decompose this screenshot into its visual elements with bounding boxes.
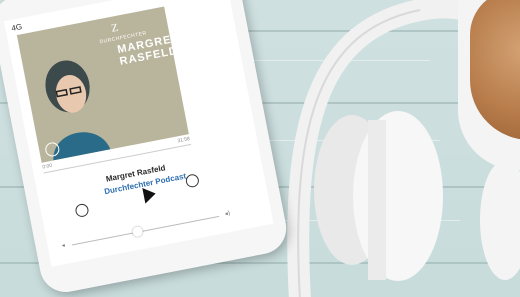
elapsed-time: 0:00: [42, 162, 53, 171]
podcast-cover: Z DURCHFECHTER MARGRET RASFELD: [16, 6, 189, 163]
volume-low-icon: ◂: [61, 241, 66, 250]
status-bar-signal: 4G: [10, 22, 23, 33]
phone: 4G Z DURCHFECHTER MARGRET RASFELD 0:00 3…: [0, 0, 291, 297]
volume-slider-handle[interactable]: [131, 225, 144, 238]
logo-mark: Z: [110, 21, 120, 35]
volume-high-icon: ◂): [224, 209, 231, 218]
total-time: 31:58: [176, 136, 191, 145]
volume-slider[interactable]: [71, 215, 220, 246]
play-icon[interactable]: [142, 185, 158, 204]
skip-forward-icon[interactable]: [184, 173, 200, 189]
phone-screen: 4G Z DURCHFECHTER MARGRET RASFELD 0:00 3…: [3, 0, 274, 267]
photo-scene: 4G Z DURCHFECHTER MARGRET RASFELD 0:00 3…: [0, 0, 520, 297]
skip-back-icon[interactable]: [74, 202, 90, 219]
portrait-image: [45, 60, 111, 161]
